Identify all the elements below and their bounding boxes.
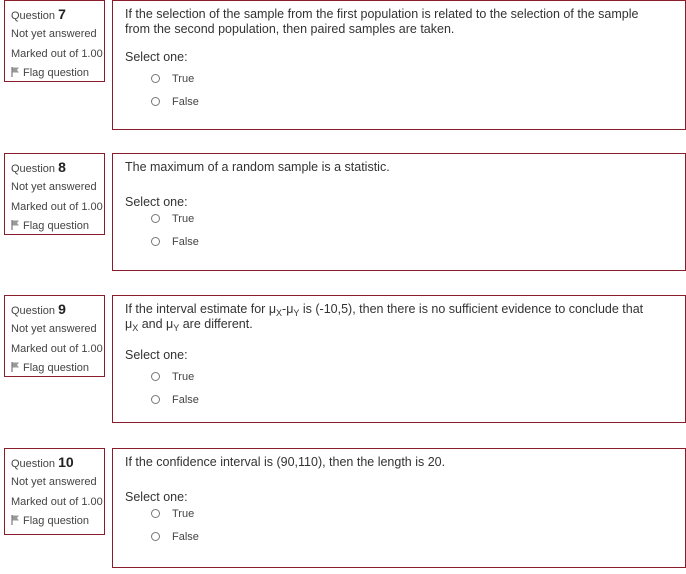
question-info: Question 10 Not yet answered Marked out …: [4, 448, 105, 535]
question-number: Question 9: [11, 301, 66, 317]
option-true[interactable]: True: [125, 207, 675, 230]
flag-question-link[interactable]: Flag question: [11, 217, 104, 236]
answer-options: True False: [125, 365, 675, 411]
answer-options: True False: [125, 67, 675, 113]
question-content: The maximum of a random sample is a stat…: [112, 153, 686, 271]
question-content: If the interval estimate for μX-μY is (-…: [112, 295, 686, 423]
flag-question-link[interactable]: Flag question: [11, 359, 104, 378]
radio-button[interactable]: [151, 395, 160, 404]
radio-button[interactable]: [151, 509, 160, 518]
radio-button[interactable]: [151, 532, 160, 541]
question-grade: Marked out of 1.00: [11, 48, 103, 60]
flag-question-label: Flag question: [23, 515, 90, 527]
radio-button[interactable]: [151, 214, 160, 223]
flag-question-label: Flag question: [23, 67, 90, 79]
question-info: Question 7 Not yet answered Marked out o…: [4, 0, 105, 82]
option-true[interactable]: True: [125, 502, 675, 525]
question-text: If the selection of the sample from the …: [125, 7, 639, 36]
question-grade: Marked out of 1.00: [11, 496, 103, 508]
option-false[interactable]: False: [125, 388, 675, 411]
question-content: If the confidence interval is (90,110), …: [112, 448, 686, 568]
radio-button[interactable]: [151, 97, 160, 106]
select-one-prompt: Select one:: [125, 50, 188, 64]
radio-button[interactable]: [151, 372, 160, 381]
flag-icon: [11, 67, 19, 77]
question-grade: Marked out of 1.00: [11, 343, 103, 355]
answer-options: True False: [125, 502, 675, 548]
select-one-prompt: Select one:: [125, 348, 188, 362]
question-content: If the selection of the sample from the …: [112, 0, 686, 130]
flag-icon: [11, 220, 19, 230]
question-number: Question 8: [11, 159, 66, 175]
option-true[interactable]: True: [125, 67, 675, 90]
question-text: The maximum of a random sample is a stat…: [125, 160, 390, 174]
flag-icon: [11, 515, 19, 525]
question-state: Not yet answered: [11, 476, 97, 488]
question-state: Not yet answered: [11, 28, 97, 40]
question-state: Not yet answered: [11, 323, 97, 335]
option-false[interactable]: False: [125, 230, 675, 253]
flag-question-link[interactable]: Flag question: [11, 64, 104, 83]
flag-icon: [11, 362, 19, 372]
question-info: Question 9 Not yet answered Marked out o…: [4, 295, 105, 377]
flag-question-label: Flag question: [23, 220, 90, 232]
question-state: Not yet answered: [11, 181, 97, 193]
question-grade: Marked out of 1.00: [11, 201, 103, 213]
answer-options: True False: [125, 207, 675, 253]
question-number: Question 10: [11, 454, 74, 470]
question-text: If the confidence interval is (90,110), …: [125, 455, 446, 469]
question-number: Question 7: [11, 6, 66, 22]
option-false[interactable]: False: [125, 90, 675, 113]
option-false[interactable]: False: [125, 525, 675, 548]
question-text: If the interval estimate for μX-μY is (-…: [125, 302, 644, 333]
radio-button[interactable]: [151, 237, 160, 246]
radio-button[interactable]: [151, 74, 160, 83]
option-true[interactable]: True: [125, 365, 675, 388]
question-info: Question 8 Not yet answered Marked out o…: [4, 153, 105, 235]
flag-question-link[interactable]: Flag question: [11, 512, 104, 531]
flag-question-label: Flag question: [23, 362, 90, 374]
